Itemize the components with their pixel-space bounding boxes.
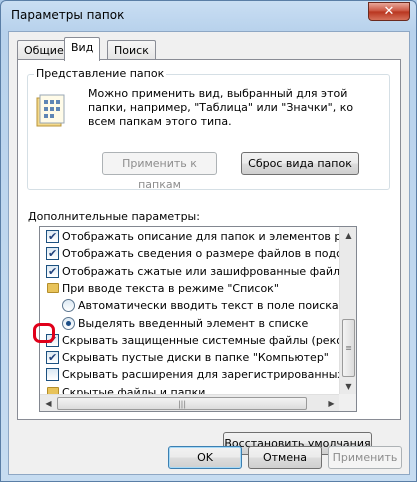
checkbox-checked-icon[interactable]: [46, 228, 59, 245]
checkbox-unchecked-icon[interactable]: [46, 368, 59, 382]
grip-icon: ≡: [345, 343, 352, 353]
settings-item-label: Отображать сведения о размере файлов в п…: [62, 247, 340, 261]
apply-button[interactable]: Применить: [328, 446, 402, 469]
advanced-settings-list: Отображать описание для папок и элементо…: [40, 227, 340, 395]
folder-view-group: Представление папок Можно применить вид,…: [27, 67, 390, 191]
red-highlight-circle: [33, 323, 55, 343]
scroll-down-icon[interactable]: ▼: [340, 378, 356, 395]
reset-folders-button[interactable]: Сброс вида папок: [241, 152, 359, 175]
checkbox-checked-icon[interactable]: [46, 263, 59, 280]
cancel-button[interactable]: Отмена: [248, 446, 322, 469]
checkbox-checked-icon[interactable]: [46, 349, 59, 366]
folder-view-description: Можно применить вид, выбранный для этой …: [88, 87, 354, 128]
scroll-up-icon[interactable]: ▲: [340, 227, 356, 244]
advanced-settings-label: Дополнительные параметры:: [28, 210, 200, 223]
advanced-settings-tree: Отображать описание для папок и элементо…: [39, 226, 357, 412]
vertical-scrollbar[interactable]: ▲ ≡ ▼: [339, 227, 356, 395]
scroll-right-icon[interactable]: ▶: [323, 395, 340, 411]
folder-view-title: Представление папок: [34, 67, 167, 80]
ok-button[interactable]: OK: [168, 446, 242, 469]
checkbox-checked-icon[interactable]: [46, 245, 59, 262]
horizontal-scrollbar[interactable]: ◀ ||| ▶: [40, 394, 340, 411]
scrollbar-corner: [339, 394, 356, 411]
vertical-scroll-thumb[interactable]: ≡: [342, 319, 355, 377]
tab-general[interactable]: Общие: [17, 40, 71, 61]
settings-item-label: Выделять введенный элемент в списке: [78, 316, 309, 330]
dialog-client: Общие Вид Поиск Представление папок Можн…: [8, 31, 410, 475]
grip-icon: |||: [177, 399, 187, 408]
tab-search[interactable]: Поиск: [107, 40, 156, 61]
window-title: Параметры папок: [11, 8, 125, 22]
close-button[interactable]: ✕: [368, 2, 410, 21]
folder-view-icon: [36, 94, 66, 128]
radio-unselected-icon[interactable]: [62, 299, 75, 313]
view-tab-page: Представление папок Можно применить вид,…: [17, 59, 401, 455]
settings-item-label: Отображать описание для папок и элементо…: [62, 230, 340, 243]
settings-item-label: Скрывать расширения для зарегистрированн…: [62, 368, 340, 382]
settings-item-label: Скрывать пустые диски в папке "Компьютер…: [62, 351, 329, 365]
settings-item-label: При вводе текста в режиме "Список": [62, 281, 279, 295]
folder-options-window: Параметры папок ✕ Общие Вид Поиск Предст…: [0, 0, 417, 482]
tab-view[interactable]: Вид: [64, 37, 101, 61]
horizontal-scroll-thumb[interactable]: |||: [57, 397, 307, 410]
scroll-left-icon[interactable]: ◀: [40, 395, 57, 411]
settings-item-label: Автоматически вводить текст в поле поиск…: [78, 299, 339, 313]
apply-to-folders-button[interactable]: Применить к папкам: [102, 152, 217, 191]
radio-selected-icon[interactable]: [62, 316, 75, 330]
settings-item-label: Отображать сжатые или зашифрованные файл…: [62, 264, 340, 278]
folder-icon: [47, 282, 59, 293]
settings-item-label: Скрывать защищенные системные файлы (рек…: [62, 333, 340, 347]
